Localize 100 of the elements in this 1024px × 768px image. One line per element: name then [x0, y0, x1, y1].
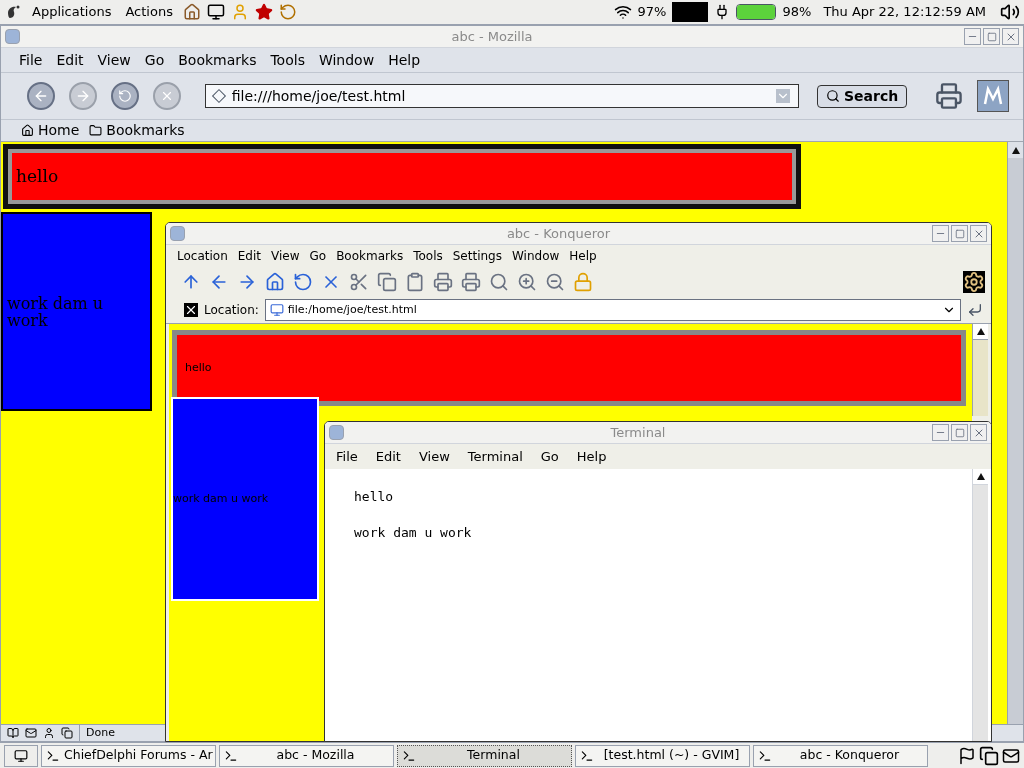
- paste-icon[interactable]: [405, 272, 425, 292]
- menu-item[interactable]: File: [336, 446, 358, 467]
- close-button[interactable]: [970, 225, 987, 242]
- monitor-icon[interactable]: [206, 3, 225, 21]
- print-icon[interactable]: [433, 272, 453, 292]
- clock[interactable]: Thu Apr 22, 12:12:59 AM: [823, 2, 986, 22]
- workspace-icon[interactable]: [979, 745, 999, 766]
- home-icon[interactable]: [265, 272, 285, 292]
- taskbar-button[interactable]: abc - Konqueror: [753, 744, 928, 767]
- app-icon: [402, 748, 416, 763]
- print-icon[interactable]: [461, 272, 481, 292]
- menu-item[interactable]: Bookmarks: [336, 247, 404, 265]
- menu-item[interactable]: View: [97, 49, 131, 71]
- minimize-button[interactable]: [932, 424, 949, 441]
- scroll-up-arrow-icon[interactable]: [1011, 146, 1020, 154]
- flag-icon[interactable]: [958, 746, 976, 765]
- minimize-button[interactable]: [964, 28, 981, 45]
- menu-item[interactable]: Window: [318, 49, 375, 71]
- bookmark-toolbar-item[interactable]: Bookmarks: [89, 120, 185, 141]
- window-icon: [170, 226, 185, 241]
- zoom-out-icon[interactable]: [545, 272, 565, 292]
- menu-item[interactable]: Go: [144, 49, 165, 71]
- search-icon: [825, 89, 840, 103]
- menu-item[interactable]: Location: [177, 247, 228, 265]
- menu-item[interactable]: Go: [540, 446, 559, 467]
- scroll-up-arrow-icon[interactable]: [976, 473, 985, 480]
- clear-location-icon[interactable]: [184, 303, 198, 317]
- minimize-button[interactable]: [932, 225, 949, 242]
- close-button[interactable]: [970, 424, 987, 441]
- app-icon: [224, 748, 238, 763]
- side-box-text: work dam u work: [7, 294, 105, 329]
- maximize-icon: [954, 427, 965, 438]
- reload-button[interactable]: [110, 82, 139, 110]
- panel-menu[interactable]: Actions: [121, 2, 177, 22]
- mail-icon[interactable]: [1002, 746, 1020, 765]
- scrollbar[interactable]: [972, 469, 988, 741]
- menu-item[interactable]: Tools: [413, 247, 443, 265]
- scrollbar[interactable]: [1007, 142, 1023, 724]
- menu-item[interactable]: Bookmarks: [178, 49, 257, 71]
- go-icon[interactable]: [967, 302, 983, 318]
- taskbar-button[interactable]: Terminal: [397, 744, 572, 767]
- status-text: Done: [79, 724, 115, 742]
- window-title: abc - Mozilla: [450, 27, 534, 46]
- terminal-line: hello: [354, 488, 395, 506]
- mail-icon[interactable]: [25, 727, 37, 739]
- battery-reading: 98%: [782, 3, 812, 22]
- scrollbar[interactable]: [972, 324, 988, 416]
- taskbar-button[interactable]: ChiefDelphi Forums - Ar: [41, 744, 216, 767]
- navigator-icon[interactable]: [7, 727, 19, 739]
- home-icon[interactable]: [182, 3, 201, 21]
- taskbar-button[interactable]: [test.html (~) - GVIM]: [575, 744, 750, 767]
- wifi-icon[interactable]: [613, 3, 632, 21]
- copy-icon[interactable]: [377, 272, 397, 292]
- menu-item[interactable]: Edit: [375, 446, 401, 467]
- menu-item[interactable]: Help: [388, 49, 421, 71]
- search-icon[interactable]: [489, 272, 509, 292]
- menu-item[interactable]: Help: [569, 247, 597, 265]
- back-button[interactable]: [27, 82, 55, 110]
- window-icon: [329, 425, 344, 440]
- menu-item[interactable]: File: [19, 49, 43, 71]
- menu-item[interactable]: View: [271, 247, 300, 265]
- maximize-icon: [954, 228, 965, 239]
- scroll-up-arrow-icon[interactable]: [976, 328, 985, 335]
- url-field[interactable]: file:///home/joe/test.html: [204, 84, 799, 108]
- app-icon: [46, 748, 60, 763]
- menu-item[interactable]: Edit: [56, 49, 84, 71]
- location-label: Location:: [204, 302, 259, 319]
- wifi-reading: 97%: [637, 3, 667, 22]
- menu-item[interactable]: Help: [576, 446, 607, 467]
- menu-item[interactable]: Settings: [452, 247, 502, 265]
- window-title: Terminal: [609, 423, 667, 442]
- location-field[interactable]: file:/home/joe/test.html: [264, 299, 961, 321]
- menu-item[interactable]: View: [418, 446, 450, 467]
- cut-icon[interactable]: [349, 272, 369, 292]
- bookmark-toolbar-item[interactable]: Home: [21, 120, 80, 141]
- reload-icon[interactable]: [293, 272, 313, 292]
- gear-icon[interactable]: [963, 271, 985, 293]
- maximize-icon: [986, 31, 997, 42]
- menu-item[interactable]: Edit: [237, 247, 261, 265]
- print-icon[interactable]: [935, 82, 964, 110]
- window-title: abc - Konqueror: [505, 224, 612, 243]
- close-button[interactable]: [1002, 28, 1019, 45]
- volume-icon[interactable]: [1000, 2, 1020, 22]
- menu-item[interactable]: Go: [309, 247, 327, 265]
- menu-item[interactable]: Window: [511, 247, 560, 265]
- app-icon: [580, 748, 594, 763]
- panel-menu[interactable]: Applications: [28, 2, 116, 22]
- zoom-in-icon[interactable]: [517, 272, 537, 292]
- taskbar-button[interactable]: abc - Mozilla: [219, 744, 394, 767]
- mozilla-logo[interactable]: [977, 80, 1009, 112]
- show-desktop-button[interactable]: [4, 744, 38, 767]
- menu-item[interactable]: Tools: [270, 49, 305, 71]
- search-button[interactable]: Search: [816, 84, 908, 108]
- home-icon: [21, 124, 34, 137]
- banner-text: hello: [16, 164, 59, 188]
- cpu-monitor[interactable]: [672, 2, 709, 22]
- star-icon[interactable]: [254, 3, 273, 21]
- window-icon: [5, 29, 20, 44]
- terminal-line: work dam u work: [354, 523, 473, 542]
- menu-item[interactable]: Terminal: [467, 446, 523, 467]
